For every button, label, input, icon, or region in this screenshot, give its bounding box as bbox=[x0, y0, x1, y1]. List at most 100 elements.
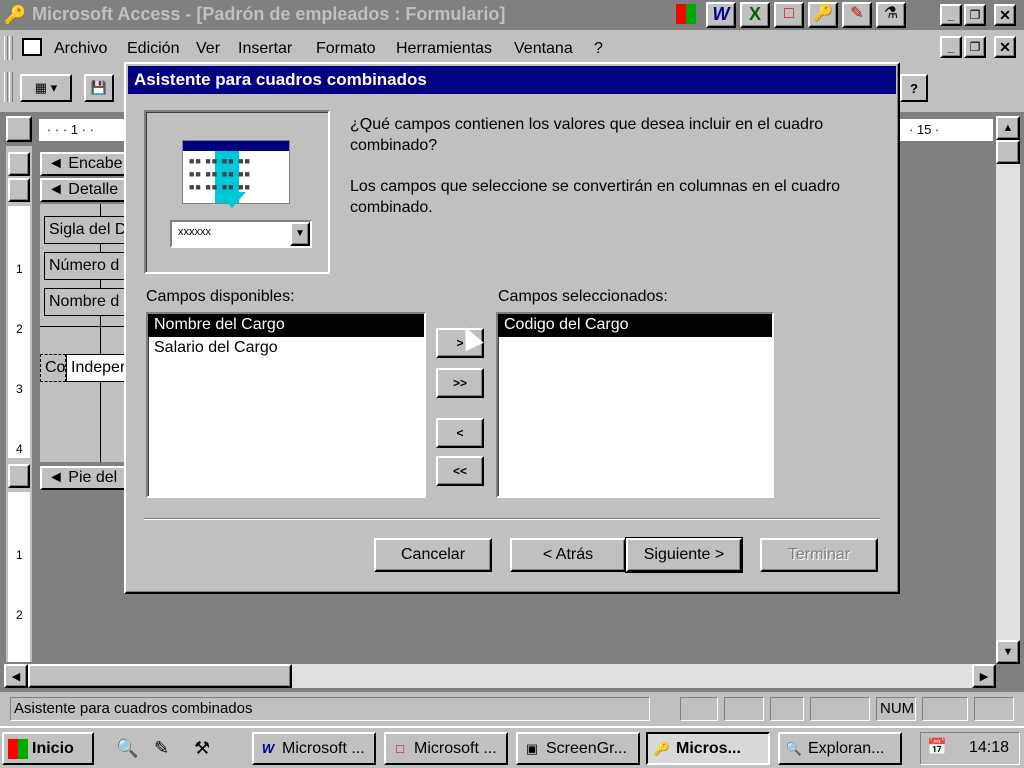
table-preview-header bbox=[183, 141, 289, 151]
office-assistant-icon[interactable]: ⚗ bbox=[876, 2, 906, 28]
access-key-icon[interactable]: 🔑 bbox=[4, 3, 28, 27]
access-shortcut-icon[interactable]: 🔑 bbox=[808, 2, 838, 28]
system-tray: 📅 14:18 bbox=[920, 732, 1020, 765]
status-panel-1 bbox=[680, 697, 718, 721]
available-field-item[interactable]: Salario del Cargo bbox=[148, 337, 424, 360]
status-bar: Asistente para cuadros combinados NUM bbox=[0, 694, 1024, 724]
ruler-num-6: 2 bbox=[16, 608, 23, 622]
word-icon: W bbox=[261, 740, 275, 756]
app-minimize-button[interactable]: _ bbox=[940, 4, 962, 26]
help-question-icon[interactable]: ? bbox=[900, 74, 928, 102]
finish-button[interactable]: Terminar bbox=[760, 538, 878, 572]
horizontal-scrollbar[interactable]: ◀ ▶ bbox=[4, 664, 996, 688]
selected-field-item[interactable]: Codigo del Cargo bbox=[498, 314, 772, 337]
taskbar-item[interactable]: □ Microsoft ... bbox=[384, 732, 508, 765]
task-label: Microsoft ... bbox=[282, 739, 365, 757]
scheduler-icon[interactable]: 📅 bbox=[927, 737, 947, 757]
toolbar-grip bbox=[4, 72, 8, 102]
menu-ventana[interactable]: Ventana bbox=[514, 40, 573, 58]
taskbar-item[interactable]: W Microsoft ... bbox=[252, 732, 376, 765]
next-button[interactable]: Siguiente > bbox=[625, 537, 743, 573]
app-title: Microsoft Access - [Padrón de empleados … bbox=[32, 4, 506, 24]
available-fields-label: Campos disponibles: bbox=[146, 288, 295, 305]
wizard-illustration: ■■ ■■ ■■ ■■ ■■ ■■ ■■ ■■ ■■ ■■ ■■ ■■ xxxxxx… bbox=[144, 110, 330, 274]
taskbar-item-active[interactable]: 🔑 Micros... bbox=[646, 732, 770, 765]
save-icon[interactable]: 💾 bbox=[84, 74, 114, 102]
scroll-down-button[interactable]: ▼ bbox=[996, 640, 1020, 664]
menu-formato[interactable]: Formato bbox=[316, 40, 376, 58]
scroll-right-button[interactable]: ▶ bbox=[972, 664, 996, 688]
excel-shortcut-icon[interactable]: X bbox=[740, 2, 770, 28]
hscroll-thumb[interactable] bbox=[28, 664, 292, 688]
menu-herramientas[interactable]: Herramientas bbox=[396, 40, 492, 58]
design-label-sigla[interactable]: Sigla del D bbox=[44, 216, 130, 244]
screen-icon: ▣ bbox=[525, 740, 539, 756]
app-close-button[interactable]: ✕ bbox=[994, 4, 1016, 26]
view-button[interactable]: ▦ ▾ bbox=[20, 74, 72, 102]
doc-restore-button[interactable]: ❐ bbox=[964, 36, 986, 58]
form-doc-icon[interactable] bbox=[22, 38, 42, 56]
move-all-right-button[interactable]: >> bbox=[436, 368, 484, 398]
ruler-num-4: 4 bbox=[16, 442, 23, 456]
app-title-bar: 🔑 Microsoft Access - [Padrón de empleado… bbox=[0, 0, 1024, 30]
menu-ver[interactable]: Ver bbox=[196, 40, 220, 58]
ruler-corner[interactable] bbox=[6, 116, 32, 142]
design-combo-label[interactable]: Co bbox=[40, 354, 66, 382]
menu-insertar[interactable]: Insertar bbox=[238, 40, 292, 58]
selected-fields-list[interactable]: Codigo del Cargo bbox=[496, 312, 774, 498]
ruler-num-2: 2 bbox=[16, 322, 23, 336]
move-all-left-button[interactable]: << bbox=[436, 456, 484, 486]
status-panel-5 bbox=[922, 697, 968, 721]
explorer-quick-icon[interactable]: 🔍 bbox=[116, 738, 138, 759]
tools-quick-icon[interactable]: ⚒ bbox=[194, 738, 210, 759]
combo-preview-box: xxxxxx ▼ bbox=[170, 220, 312, 248]
task-label: Micros... bbox=[676, 739, 741, 757]
menu-help[interactable]: ? bbox=[594, 40, 603, 58]
cancel-button[interactable]: Cancelar bbox=[374, 538, 492, 572]
back-button[interactable]: < Atrás bbox=[510, 538, 626, 572]
start-button[interactable]: Inicio bbox=[2, 732, 94, 765]
combo-preview-dropdown-icon: ▼ bbox=[290, 222, 310, 246]
windows-flag-icon[interactable] bbox=[676, 4, 696, 24]
design-label-nombre[interactable]: Nombre d bbox=[44, 288, 130, 316]
ruler-detail-selector[interactable] bbox=[8, 178, 30, 202]
task-label: Exploran... bbox=[808, 739, 885, 757]
move-one-left-button[interactable]: < bbox=[436, 418, 484, 448]
explorer-icon: 🔍 bbox=[785, 740, 803, 756]
doc-close-button[interactable]: ✕ bbox=[994, 36, 1016, 58]
vertical-scrollbar[interactable]: ▲ ▼ bbox=[996, 116, 1020, 664]
edit-quick-icon[interactable]: ✎ bbox=[154, 738, 169, 759]
combo-wizard-dialog: Asistente para cuadros combinados ■■ ■■ … bbox=[124, 62, 900, 594]
word-shortcut-icon[interactable]: W bbox=[706, 2, 736, 28]
clock[interactable]: 14:18 bbox=[969, 739, 1009, 757]
scroll-up-button[interactable]: ▲ bbox=[996, 116, 1020, 140]
ruler-header-selector[interactable] bbox=[8, 152, 30, 176]
quick-launch: 🔍 ✎ ⚒ bbox=[104, 734, 244, 764]
available-fields-list[interactable]: Nombre del Cargo Salario del Cargo bbox=[146, 312, 426, 498]
dialog-title-bar[interactable]: Asistente para cuadros combinados bbox=[128, 66, 896, 94]
wizard-question: ¿Qué campos contienen los valores que de… bbox=[350, 116, 824, 154]
menu-archivo[interactable]: Archivo bbox=[54, 40, 107, 58]
available-field-item[interactable]: Nombre del Cargo bbox=[148, 314, 424, 337]
design-label-numero[interactable]: Número d bbox=[44, 252, 130, 280]
ruler-footer-selector[interactable] bbox=[8, 464, 30, 488]
taskbar-item[interactable]: 🔍 Exploran... bbox=[778, 732, 902, 765]
doc-minimize-button[interactable]: _ bbox=[940, 36, 962, 58]
menu-edicion[interactable]: Edición bbox=[127, 40, 179, 58]
down-arrow-icon bbox=[218, 192, 246, 208]
menu-bar: Archivo Edición Ver Insertar Formato Her… bbox=[0, 32, 1024, 64]
footer-section-label: Pie del bbox=[68, 469, 118, 486]
status-panel-6 bbox=[974, 697, 1014, 721]
design-combo-control[interactable]: Indeper bbox=[66, 354, 130, 382]
taskbar-item[interactable]: ▣ ScreenGr... bbox=[516, 732, 640, 765]
status-text: Asistente para cuadros combinados bbox=[10, 697, 650, 721]
combo-preview-placeholder: xxxxxx bbox=[178, 226, 211, 238]
app-restore-button[interactable]: ❐ bbox=[964, 4, 986, 26]
powerpoint-shortcut-icon[interactable]: □ bbox=[774, 2, 804, 28]
windows-logo-icon bbox=[8, 738, 28, 759]
scroll-left-button[interactable]: ◀ bbox=[4, 664, 28, 688]
taskbar: Inicio 🔍 ✎ ⚒ W Microsoft ... □ Microsoft… bbox=[0, 726, 1024, 768]
dialog-title: Asistente para cuadros combinados bbox=[134, 70, 427, 89]
scroll-thumb[interactable] bbox=[996, 140, 1020, 164]
note-shortcut-icon[interactable]: ✎ bbox=[842, 2, 872, 28]
